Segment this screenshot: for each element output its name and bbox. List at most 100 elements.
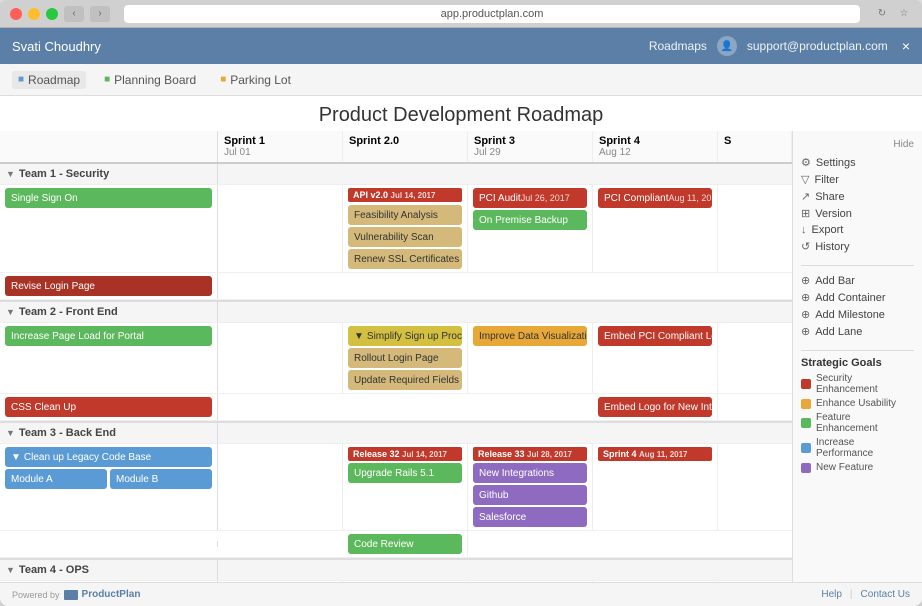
footer-help-link[interactable]: Help (821, 589, 842, 600)
bar-salesforce[interactable]: Salesforce (473, 507, 587, 527)
sprint2-name: Sprint 2.0 (349, 135, 461, 147)
filter-icon: ▽ (801, 173, 809, 186)
browser-dot-yellow[interactable] (28, 8, 40, 20)
team1-chevron[interactable]: ▼ (6, 169, 15, 179)
sprint4-milestone-t3[interactable]: Sprint 4 Aug 11, 2017 (598, 447, 712, 461)
bar-on-premise-backup[interactable]: On Premise Backup (473, 210, 587, 230)
bar-embed-pci-logo[interactable]: Embed PCI Compliant Logo (598, 326, 712, 346)
team3-s2-r2: Code Review (343, 531, 468, 557)
bar-increase-page-load[interactable]: Increase Page Load for Portal (5, 326, 212, 346)
bar-module-b[interactable]: Module B (110, 469, 212, 489)
bar-pci-compliant[interactable]: PCI Compliant Aug 11, 2017 (598, 188, 712, 208)
team2-s2-r1: ▼Simplify Sign up Process Rollout Login … (343, 323, 468, 393)
team3-s4-r1: Sprint 4 Aug 11, 2017 (593, 444, 718, 530)
browser-refresh[interactable]: ↻ (874, 6, 890, 22)
bar-css-cleanup[interactable]: CSS Clean Up (5, 397, 212, 417)
sidebar-add-milestone[interactable]: ⊕ Add Milestone (801, 306, 914, 323)
release32-milestone[interactable]: Release 32 Jul 14, 2017 (348, 447, 462, 461)
browser-dot-green[interactable] (46, 8, 58, 20)
sidebar-version[interactable]: ⊞ Version (801, 205, 914, 222)
team3-header-row: ▼ Team 3 - Back End (0, 423, 792, 444)
team1-label: ▼ Team 1 - Security (0, 164, 218, 184)
footer-contact-link[interactable]: Contact Us (861, 589, 910, 600)
app-wrapper: Svati Choudhry Roadmaps 👤 support@produc… (0, 28, 922, 606)
browser-window: ‹ › app.productplan.com ↻ ☆ Svati Choudh… (0, 0, 922, 606)
browser-dot-red[interactable] (10, 8, 22, 20)
team3-s5-r1 (718, 444, 792, 530)
sidebar-history[interactable]: ↺ History (801, 238, 914, 255)
sprint2-header: Sprint 2.0 (343, 131, 468, 162)
bar-rollout-login[interactable]: Rollout Login Page (348, 348, 462, 368)
team2-chevron[interactable]: ▼ (6, 307, 15, 317)
expand-legacy-icon: ▼ (11, 452, 21, 463)
roadmap-tab-icon: ■ (18, 74, 24, 85)
team3-left2 (0, 541, 218, 547)
close-button[interactable]: × (902, 38, 910, 54)
nav-support[interactable]: support@productplan.com (747, 39, 888, 53)
tab-roadmap[interactable]: ■ Roadmap (12, 71, 86, 89)
bar-renew-ssl[interactable]: Renew SSL Certificates (348, 249, 462, 269)
add-bar-icon: ⊕ (801, 274, 810, 287)
sprint4-header: Sprint 4 Aug 12 (593, 131, 718, 162)
header-team-col (0, 131, 218, 162)
footer-brand-name: ProductPlan (82, 589, 141, 600)
sprint3-header: Sprint 3 Jul 29 (468, 131, 593, 162)
bar-improve-data-viz[interactable]: Improve Data Visualization (473, 326, 587, 346)
bar-feasibility[interactable]: Feasibility Analysis (348, 205, 462, 225)
bar-new-integrations[interactable]: New Integrations (473, 463, 587, 483)
tab-parking-lot[interactable]: ■ Parking Lot (214, 71, 297, 89)
sidebar-share[interactable]: ↗ Share (801, 188, 914, 205)
team2-s4-r2: Embed Logo for New Integrations (593, 394, 718, 420)
roadmap-title: Product Development Roadmap (0, 96, 922, 131)
sidebar-export[interactable]: ↓ Export (801, 222, 914, 238)
sprint4-date: Aug 12 (599, 147, 711, 158)
secondary-bar: ■ Roadmap ■ Planning Board ■ Parking Lot (0, 64, 922, 96)
bar-simplify-signup[interactable]: ▼Simplify Sign up Process (348, 326, 462, 346)
sidebar-filter[interactable]: ▽ Filter (801, 171, 914, 188)
roadmap-tab-label: Roadmap (28, 73, 80, 87)
sidebar-add-bar[interactable]: ⊕ Add Bar (801, 272, 914, 289)
bar-embed-logo-integrations[interactable]: Embed Logo for New Integrations (598, 397, 712, 417)
hide-button[interactable]: Hide (801, 139, 914, 150)
browser-bookmark[interactable]: ☆ (896, 6, 912, 22)
browser-back[interactable]: ‹ (64, 6, 84, 22)
team3-section: ▼ Team 3 - Back End (0, 423, 792, 560)
team4-header-row: ▼ Team 4 - OPS (0, 560, 792, 581)
nav-roadmaps[interactable]: Roadmaps (649, 39, 707, 53)
team1-s2-r1: API v2.0 Jul 14, 2017 Feasibility Analys… (343, 185, 468, 272)
browser-forward[interactable]: › (90, 6, 110, 22)
bar-pci-audit[interactable]: PCI Audit Jul 26, 2017 (473, 188, 587, 208)
release33-milestone[interactable]: Release 33 Jul 28, 2017 (473, 447, 587, 461)
bar-single-sign-on[interactable]: Single Sign On (5, 188, 212, 208)
bar-upgrade-rails[interactable]: Upgrade Rails 5.1 (348, 463, 462, 483)
sprint3-name: Sprint 3 (474, 135, 586, 147)
bar-github[interactable]: Github (473, 485, 587, 505)
team4-chevron[interactable]: ▼ (6, 565, 15, 575)
legend-dot-usability (801, 399, 811, 409)
browser-address-bar[interactable]: app.productplan.com (124, 5, 860, 23)
api-milestone[interactable]: API v2.0 Jul 14, 2017 (348, 188, 462, 202)
team2-label: ▼ Team 2 - Front End (0, 302, 218, 322)
tab-planning-board[interactable]: ■ Planning Board (98, 71, 202, 89)
legend-item-new-feature: New Feature (801, 462, 914, 473)
bar-revise-login[interactable]: Revise Login Page (5, 276, 212, 296)
browser-titlebar: ‹ › app.productplan.com ↻ ☆ (0, 0, 922, 28)
team2-s5-r1 (718, 323, 792, 393)
sidebar-add-lane[interactable]: ⊕ Add Lane (801, 323, 914, 340)
sidebar-divider1 (801, 265, 914, 266)
team3-left1: ▼Clean up Legacy Code Base Module A Modu… (0, 444, 218, 530)
sidebar-add-container[interactable]: ⊕ Add Container (801, 289, 914, 306)
team3-chevron[interactable]: ▼ (6, 428, 15, 438)
add-container-icon: ⊕ (801, 291, 810, 304)
bar-module-a[interactable]: Module A (5, 469, 107, 489)
user-icon[interactable]: 👤 (717, 36, 737, 56)
bar-cleanup-legacy[interactable]: ▼Clean up Legacy Code Base (5, 447, 212, 467)
legend-item-feature: Feature Enhancement (801, 412, 914, 434)
bar-update-required[interactable]: Update Required Fields (348, 370, 462, 390)
sidebar-settings[interactable]: ⚙ Settings (801, 154, 914, 171)
user-name: Svati Choudhry (12, 39, 101, 54)
bar-vulnerability[interactable]: Vulnerability Scan (348, 227, 462, 247)
bar-code-review[interactable]: Code Review (348, 534, 462, 554)
team2-left1: Increase Page Load for Portal (0, 323, 218, 393)
legend-item-usability: Enhance Usability (801, 398, 914, 409)
